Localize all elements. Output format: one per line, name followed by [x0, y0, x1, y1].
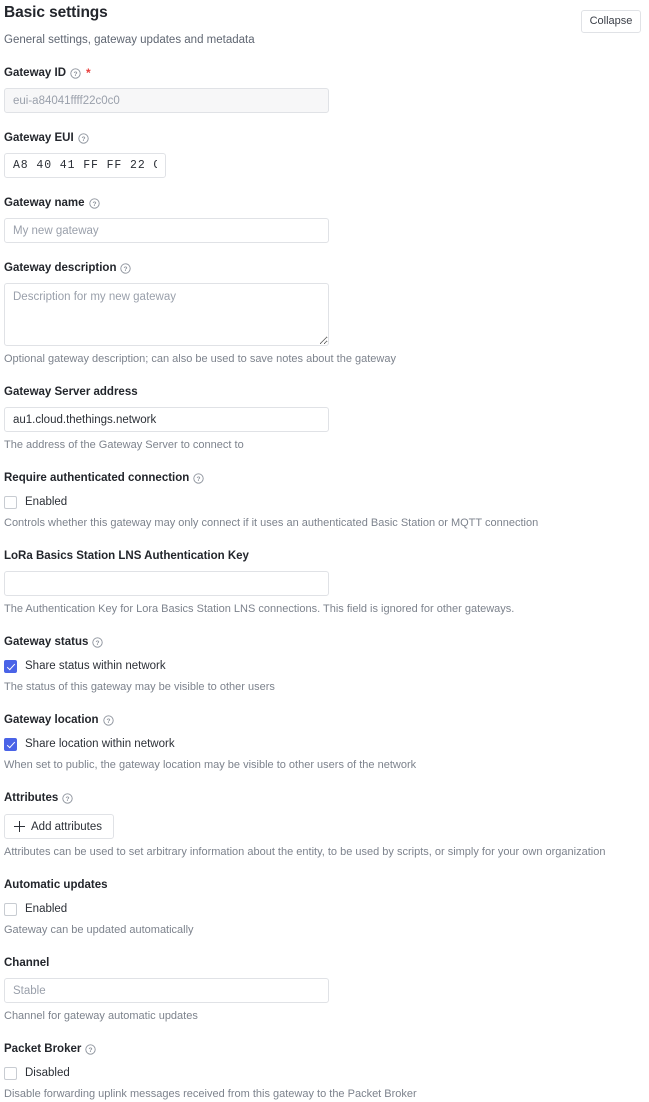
svg-text:?: ?	[124, 266, 128, 273]
packet-broker-checkbox[interactable]	[4, 1067, 17, 1080]
require-authenticated-connection-label-text: Require authenticated connection	[4, 472, 190, 484]
packet-broker-label: Packet Broker ?	[4, 1041, 643, 1057]
gateway-server-address-label: Gateway Server address	[4, 384, 643, 400]
gateway-eui-input[interactable]	[4, 153, 166, 178]
help-icon[interactable]: ?	[88, 197, 100, 209]
gateway-status-help: The status of this gateway may be visibl…	[4, 681, 275, 693]
field-gateway-id: Gateway ID ? *	[4, 48, 643, 113]
page-subtitle: General settings, gateway updates and me…	[4, 34, 255, 46]
gateway-location-checkbox-row[interactable]: Share location within network	[4, 737, 643, 752]
gateway-description-label: Gateway description ?	[4, 260, 643, 276]
field-packet-broker: Packet Broker ? Disabled Disable forward…	[4, 1024, 643, 1102]
gateway-location-help: When set to public, the gateway location…	[4, 759, 417, 771]
field-automatic-updates: Automatic updates Enabled Gateway can be…	[4, 860, 643, 938]
automatic-updates-help: Gateway can be updated automatically	[4, 924, 194, 936]
help-icon[interactable]: ?	[85, 1043, 97, 1055]
channel-label: Channel	[4, 955, 643, 971]
gateway-status-label-text: Gateway status	[4, 636, 89, 648]
require-authenticated-connection-checkbox[interactable]	[4, 496, 17, 509]
lns-authentication-key-help: The Authentication Key for Lora Basics S…	[4, 603, 515, 615]
basic-settings-panel: Basic settings General settings, gateway…	[0, 0, 649, 1102]
gateway-id-label-text: Gateway ID	[4, 67, 66, 79]
help-icon[interactable]: ?	[102, 714, 114, 726]
gateway-description-textarea[interactable]	[4, 283, 329, 346]
require-authenticated-connection-help: Controls whether this gateway may only c…	[4, 517, 539, 529]
gateway-location-label-text: Gateway location	[4, 714, 99, 726]
automatic-updates-label-text: Automatic updates	[4, 879, 108, 891]
gateway-status-checkbox-label[interactable]: Share status within network	[25, 659, 166, 674]
gateway-name-input[interactable]	[4, 218, 329, 243]
attributes-label: Attributes ?	[4, 790, 643, 806]
channel-label-text: Channel	[4, 957, 50, 969]
automatic-updates-label: Automatic updates	[4, 877, 643, 893]
svg-text:?: ?	[73, 71, 77, 78]
lns-authentication-key-label-text: LoRa Basics Station LNS Authentication K…	[4, 550, 249, 562]
gateway-server-address-label-text: Gateway Server address	[4, 386, 138, 398]
automatic-updates-checkbox-row[interactable]: Enabled	[4, 902, 643, 917]
gateway-status-label: Gateway status ?	[4, 634, 643, 650]
require-authenticated-connection-checkbox-row[interactable]: Enabled	[4, 495, 643, 510]
gateway-name-label: Gateway name ?	[4, 195, 643, 211]
field-gateway-server-address: Gateway Server address The address of th…	[4, 367, 643, 453]
require-authenticated-connection-checkbox-label[interactable]: Enabled	[25, 495, 67, 510]
packet-broker-checkbox-label[interactable]: Disabled	[25, 1066, 70, 1081]
gateway-id-label: Gateway ID ? *	[4, 65, 643, 81]
gateway-server-address-input[interactable]	[4, 407, 329, 432]
lns-authentication-key-label: LoRa Basics Station LNS Authentication K…	[4, 548, 643, 564]
channel-help: Channel for gateway automatic updates	[4, 1010, 198, 1022]
svg-text:?: ?	[89, 1047, 93, 1054]
packet-broker-label-text: Packet Broker	[4, 1043, 82, 1055]
field-require-authenticated-connection: Require authenticated connection ? Enabl…	[4, 453, 643, 531]
plus-icon	[14, 821, 25, 832]
add-attributes-button-label: Add attributes	[31, 820, 102, 833]
help-icon[interactable]: ?	[193, 472, 204, 484]
svg-text:?: ?	[81, 136, 85, 143]
field-gateway-location: Gateway location ? Share location within…	[4, 695, 643, 773]
help-icon[interactable]: ?	[120, 262, 132, 274]
help-icon[interactable]: ?	[62, 792, 73, 804]
gateway-id-input[interactable]	[4, 88, 329, 113]
gateway-eui-label: Gateway EUI ?	[4, 130, 643, 146]
field-gateway-status: Gateway status ? Share status within net…	[4, 617, 643, 695]
gateway-eui-label-text: Gateway EUI	[4, 132, 74, 144]
automatic-updates-checkbox-label[interactable]: Enabled	[25, 902, 67, 917]
add-attributes-button[interactable]: Add attributes	[4, 814, 114, 839]
svg-text:?: ?	[96, 640, 100, 647]
svg-text:?: ?	[197, 476, 201, 483]
gateway-status-checkbox[interactable]	[4, 660, 17, 673]
lns-authentication-key-input[interactable]	[4, 571, 329, 596]
attributes-label-text: Attributes	[4, 792, 59, 804]
page-title: Basic settings	[4, 4, 108, 21]
help-icon[interactable]: ?	[92, 636, 104, 648]
gateway-description-help: Optional gateway description; can also b…	[4, 353, 396, 365]
field-gateway-description: Gateway description ? Optional gateway d…	[4, 243, 643, 367]
field-attributes: Attributes ? Add attributes Attributes c…	[4, 773, 643, 860]
packet-broker-help: Disable forwarding uplink messages recei…	[4, 1088, 417, 1100]
gateway-status-checkbox-row[interactable]: Share status within network	[4, 659, 643, 674]
gateway-description-label-text: Gateway description	[4, 262, 117, 274]
panel-header: Basic settings General settings, gateway…	[4, 0, 643, 48]
gateway-name-label-text: Gateway name	[4, 197, 85, 209]
attributes-help: Attributes can be used to set arbitrary …	[4, 846, 606, 858]
automatic-updates-checkbox[interactable]	[4, 903, 17, 916]
help-icon[interactable]: ?	[78, 132, 89, 144]
gateway-location-checkbox[interactable]	[4, 738, 17, 751]
gateway-server-address-help: The address of the Gateway Server to con…	[4, 439, 244, 451]
svg-text:?: ?	[66, 796, 70, 803]
channel-input[interactable]	[4, 978, 329, 1003]
require-authenticated-connection-label: Require authenticated connection ?	[4, 470, 643, 486]
gateway-location-label: Gateway location ?	[4, 712, 643, 728]
help-icon[interactable]: ?	[70, 67, 81, 79]
packet-broker-checkbox-row[interactable]: Disabled	[4, 1066, 643, 1081]
gateway-location-checkbox-label[interactable]: Share location within network	[25, 737, 175, 752]
svg-text:?: ?	[92, 201, 96, 208]
svg-text:?: ?	[106, 718, 110, 725]
field-channel: Channel Channel for gateway automatic up…	[4, 938, 643, 1024]
required-marker: *	[86, 66, 91, 80]
collapse-button[interactable]: Collapse	[581, 10, 641, 33]
field-gateway-name: Gateway name ?	[4, 178, 643, 243]
field-lns-authentication-key: LoRa Basics Station LNS Authentication K…	[4, 531, 643, 617]
field-gateway-eui: Gateway EUI ?	[4, 113, 643, 178]
